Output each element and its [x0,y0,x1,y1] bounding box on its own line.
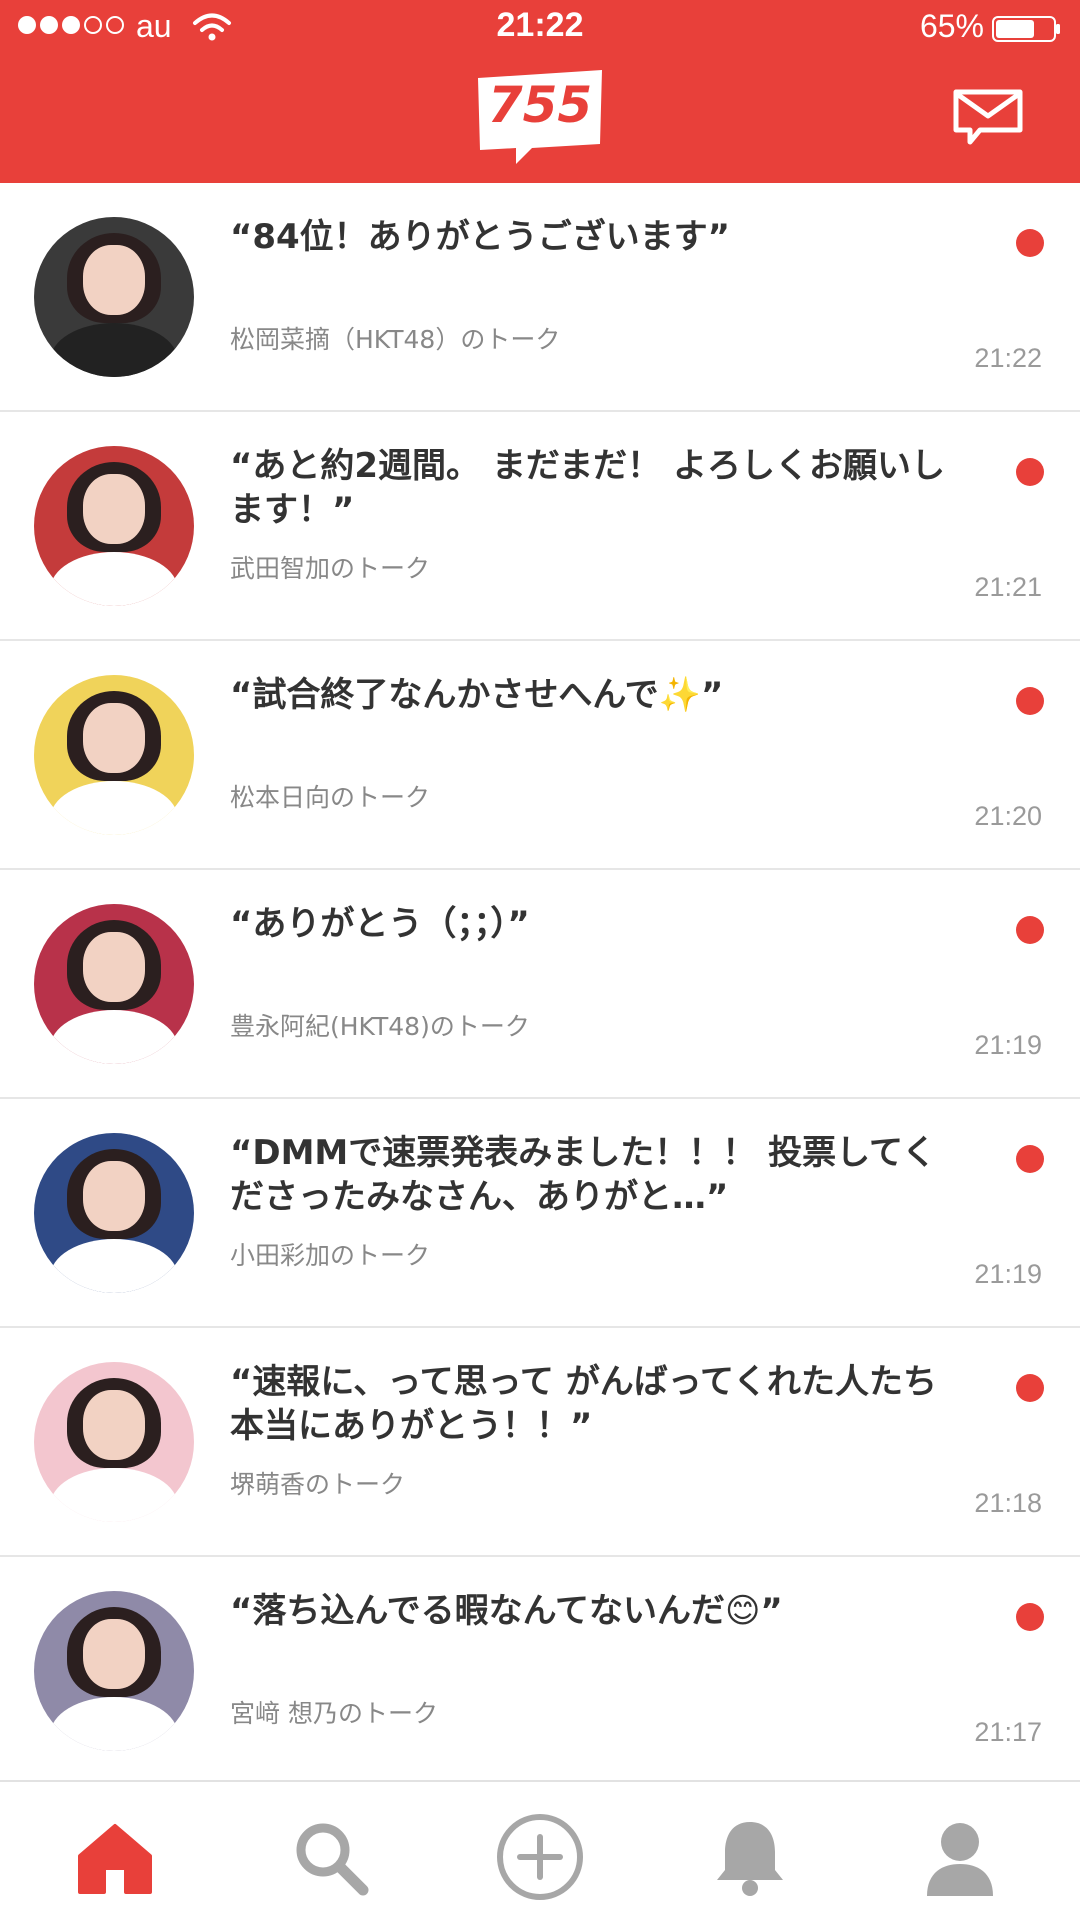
talk-source: 宮﨑 想乃のトーク [230,1699,438,1728]
add-icon[interactable] [495,1812,585,1902]
avatar-face [83,1161,145,1231]
message-text: “落ち込んでる暇なんてないんだ😊” [230,1591,783,1631]
avatar-body [50,1010,178,1064]
feed-item[interactable]: “あと約2週間。 まだまだ！ よろしくお願いし ます！” 武田智加のトーク 21… [0,412,1080,641]
logo-text: 755 [487,76,593,134]
message-text: “速報に、って思って がんばってくれた人たち 本当にありがとう！！” [230,1362,938,1446]
talk-feed: “84位！ありがとうございます” 松岡菜摘（HKT48）のトーク 21:22 “… [0,183,1080,1786]
status-bar: au 21:22 65% [0,0,1080,58]
avatar-face [83,932,145,1002]
tab-bar [0,1780,1080,1922]
avatar-body [50,1468,178,1522]
avatar[interactable] [34,675,194,835]
post-time: 21:19 [974,1259,1042,1289]
avatar-face [83,245,145,315]
message-text: “ありがとう（；；）” [230,904,530,944]
avatar-face [83,474,145,544]
unread-dot-icon [1016,1374,1044,1402]
profile-icon[interactable] [915,1812,1005,1902]
avatar[interactable] [34,904,194,1064]
mail-button[interactable] [952,86,1024,148]
post-time: 21:19 [974,1030,1042,1060]
talk-source: 武田智加のトーク [230,554,431,583]
battery-icon [992,16,1060,42]
home-icon[interactable] [70,1812,160,1902]
battery-percentage: 65% [919,8,984,44]
feed-item[interactable]: “速報に、って思って がんばってくれた人たち 本当にありがとう！！” 堺萌香のト… [0,1328,1080,1557]
status-time: 21:22 [496,6,584,44]
feed-item[interactable]: “DMMで速票発表みました！！！ 投票してく ださったみなさん、ありがと…” 小… [0,1099,1080,1328]
unread-dot-icon [1016,458,1044,486]
unread-dot-icon [1016,687,1044,715]
message-text: “試合終了なんかさせへんで✨” [230,675,724,715]
avatar-body [50,1239,178,1293]
avatar[interactable] [34,1133,194,1293]
avatar-body [50,781,178,835]
message-text: “84位！ありがとうございます” [230,217,731,257]
post-time: 21:22 [974,343,1042,373]
app-logo: 755 [474,68,606,166]
message-text: “あと約2週間。 まだまだ！ よろしくお願いし ます！” [230,446,945,530]
feed-item[interactable]: “試合終了なんかさせへんで✨” 松本日向のトーク 21:20 [0,641,1080,870]
avatar[interactable] [34,446,194,606]
avatar-body [50,323,178,377]
bell-icon[interactable] [705,1812,795,1902]
feed-item[interactable]: “84位！ありがとうございます” 松岡菜摘（HKT48）のトーク 21:22 [0,183,1080,412]
avatar-face [83,1619,145,1689]
unread-dot-icon [1016,916,1044,944]
talk-source: 松本日向のトーク [230,783,431,812]
avatar-face [83,1390,145,1460]
avatar[interactable] [34,1591,194,1751]
app: au 21:22 65% 755 “84位！ありがとうございます” 松岡菜摘（H… [0,0,1080,1922]
unread-dot-icon [1016,1145,1044,1173]
avatar-body [50,552,178,606]
post-time: 21:18 [974,1488,1042,1518]
post-time: 21:20 [974,801,1042,831]
avatar-body [50,1697,178,1751]
post-time: 21:21 [974,572,1042,602]
talk-source: 小田彩加のトーク [230,1241,431,1270]
app-header: au 21:22 65% 755 [0,0,1080,183]
post-time: 21:17 [974,1717,1042,1747]
search-icon[interactable] [285,1812,375,1902]
avatar-face [83,703,145,773]
avatar[interactable] [34,217,194,377]
feed-item[interactable]: “ありがとう（；；）” 豊永阿紀(HKT48)のトーク 21:19 [0,870,1080,1099]
avatar[interactable] [34,1362,194,1522]
message-text: “DMMで速票発表みました！！！ 投票してく ださったみなさん、ありがと…” [230,1133,937,1217]
unread-dot-icon [1016,229,1044,257]
feed-item[interactable]: “落ち込んでる暇なんてないんだ😊” 宮﨑 想乃のトーク 21:17 [0,1557,1080,1786]
talk-source: 堺萌香のトーク [230,1470,406,1499]
talk-source: 松岡菜摘（HKT48）のトーク [230,325,561,354]
unread-dot-icon [1016,1603,1044,1631]
talk-source: 豊永阿紀(HKT48)のトーク [230,1012,530,1041]
